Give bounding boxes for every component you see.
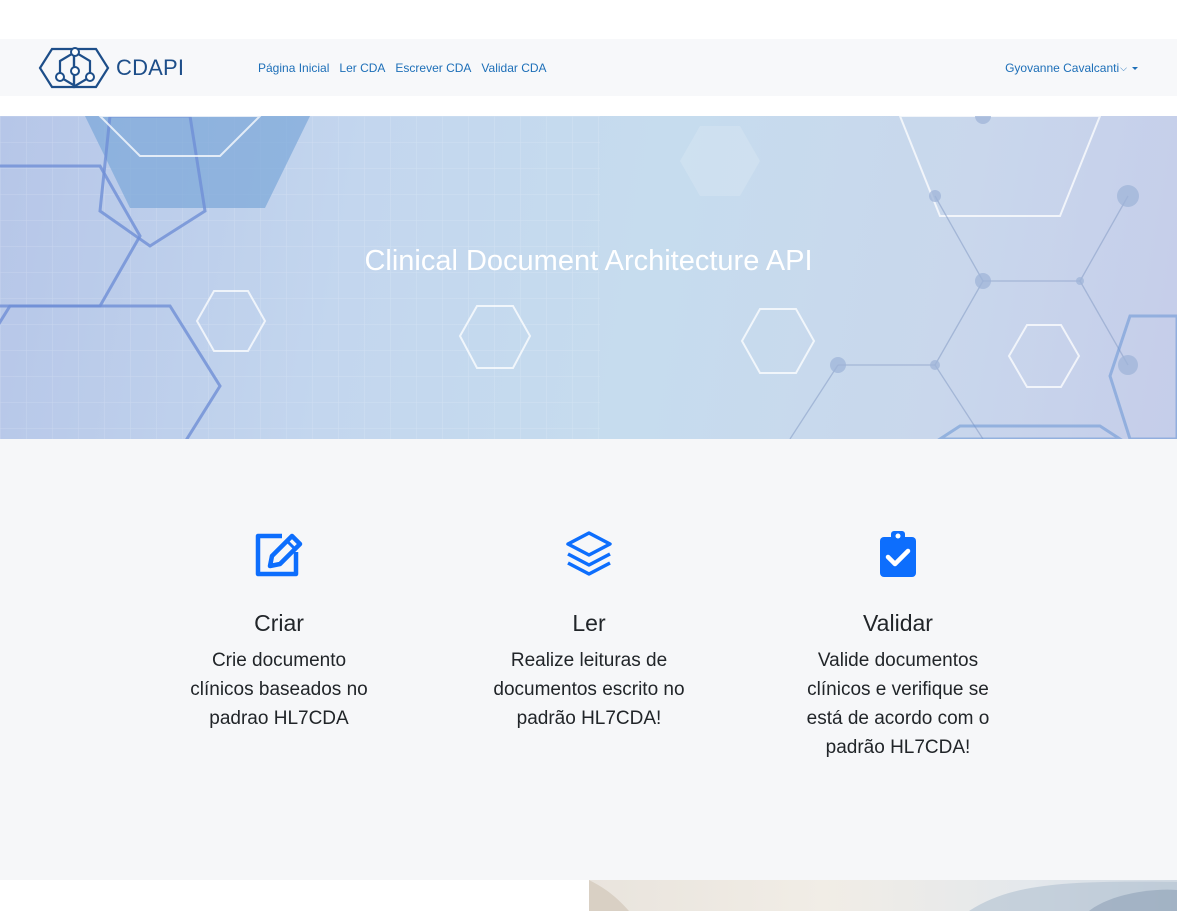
features-section: Criar Crie documento clínicos baseados n… <box>0 439 1177 880</box>
nav-link-home[interactable]: Página Inicial <box>258 61 329 75</box>
feature-text-read: Realize leituras de documentos escrito n… <box>493 650 685 729</box>
chevron-down-icon: ⌵ <box>1120 62 1127 73</box>
brand-logo-link[interactable]: CDAPI <box>38 43 184 93</box>
hero-banner: Clinical Document Architecture API <box>0 116 1177 439</box>
feature-text-create: Crie documento clínicos baseados no padr… <box>190 650 368 729</box>
layers-icon <box>566 531 612 576</box>
edit-icon <box>255 533 303 577</box>
nav-links: Página Inicial Ler CDA Escrever CDA Vali… <box>258 61 557 75</box>
brand-name: CDAPI <box>116 55 185 80</box>
photo-fragment <box>589 880 1177 911</box>
nav-link-write-cda[interactable]: Escrever CDA <box>395 61 471 75</box>
hero-title: Clinical Document Architecture API <box>364 245 813 277</box>
hexagon-logo-icon <box>38 47 110 89</box>
clipboard-check-icon <box>880 531 916 577</box>
nav-link-read-cda[interactable]: Ler CDA <box>339 61 385 75</box>
feature-title-read: Ler <box>572 610 606 636</box>
user-name: Gyovanne Cavalcanti <box>1005 61 1120 75</box>
feature-title-create: Criar <box>254 610 304 636</box>
feature-create: Criar Crie documento clínicos baseados n… <box>164 529 394 733</box>
caret-down-icon <box>1132 66 1138 70</box>
feature-title-validate: Validar <box>863 610 933 636</box>
feature-text-validate: Valide documentos clínicos e verifique s… <box>806 650 990 758</box>
bottom-photo <box>589 880 1177 911</box>
nav-link-validate-cda[interactable]: Validar CDA <box>481 61 546 75</box>
feature-validate: Validar Valide documentos clínicos e ver… <box>783 529 1013 762</box>
navbar: CDAPI Página Inicial Ler CDA Escrever CD… <box>0 39 1177 96</box>
feature-read: Ler Realize leituras de documentos escri… <box>474 529 704 733</box>
user-menu-dropdown[interactable]: Gyovanne Cavalcanti ⌵ <box>1005 61 1138 75</box>
